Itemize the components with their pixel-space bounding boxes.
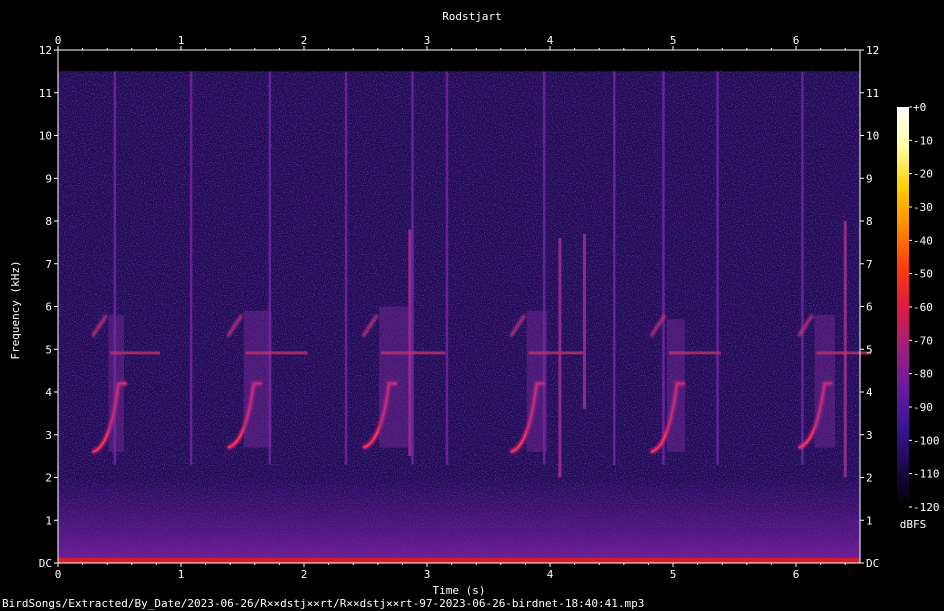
y-tick-label-left: 10 [39, 130, 52, 143]
colorbar-tick-label: -90 [913, 401, 933, 414]
x-tick-label-top: 2 [301, 34, 308, 47]
broadband-click-mark [189, 71, 193, 465]
call-harmonic-line [528, 351, 584, 355]
call-harmonic-line [816, 351, 871, 355]
call-harmonic-line [381, 351, 446, 355]
y-tick-label-left: 7 [45, 258, 52, 271]
tonal-line-mark [558, 238, 562, 478]
y-tick-label-right: 6 [866, 301, 873, 314]
broadband-click-mark [662, 71, 665, 465]
y-tick-label-left: 9 [45, 172, 52, 185]
y-tick-label-left: 6 [45, 301, 52, 314]
y-tick-label-right: DC [866, 557, 879, 570]
colorbar-tick-label: -40 [913, 234, 933, 247]
low-frequency-band [58, 477, 860, 563]
call-harmonic-block [379, 306, 410, 448]
y-tick-label-right: 1 [866, 514, 873, 527]
colorbar-tick-label: -120 [913, 501, 940, 514]
x-tick-label-bottom: 1 [178, 568, 185, 581]
colorbar-tick-label: -110 [913, 468, 940, 481]
y-tick-label-right: 7 [866, 258, 873, 271]
broadband-click-mark [445, 71, 449, 465]
x-tick-label-bottom: 0 [55, 568, 62, 581]
broadband-click-mark [716, 71, 719, 465]
y-tick-label-left: 11 [39, 87, 52, 100]
colorbar-tick-label: -100 [913, 434, 940, 447]
call-harmonic-line [110, 351, 160, 355]
y-tick-label-left: 4 [45, 386, 52, 399]
spectrogram-chart: 00112233445566DC DC1 12 23 34 45 56 67 78 89 910 10… [39, 34, 940, 581]
y-tick-label-right: 5 [866, 343, 873, 356]
x-tick-label-top: 3 [424, 34, 431, 47]
x-tick-label-top: 0 [55, 34, 62, 47]
colorbar-tick-label: -20 [913, 168, 933, 181]
x-tick-label-top: 6 [793, 34, 800, 47]
x-tick-label-top: 4 [547, 34, 554, 47]
y-tick-label-right: 9 [866, 172, 873, 185]
x-tick-label-top: 1 [178, 34, 185, 47]
call-harmonic-block [243, 310, 272, 448]
y-tick-label-right: 4 [866, 386, 873, 399]
y-tick-label-right: 12 [866, 44, 879, 57]
colorbar-tick-label: -80 [913, 368, 933, 381]
tonal-line-mark [582, 233, 586, 410]
broadband-click-mark [612, 71, 616, 465]
y-tick-label-left: 8 [45, 215, 52, 228]
call-harmonic-line [668, 351, 721, 355]
broadband-click-mark [411, 71, 414, 465]
call-harmonic-line [245, 351, 308, 355]
broadband-click-mark [801, 71, 804, 465]
y-tick-label-right: 3 [866, 429, 873, 442]
colorbar-tick-label: -60 [913, 301, 933, 314]
spectrogram-page: Rodstjart Time (s) Frequency (kHz) dBFS … [0, 0, 944, 611]
call-harmonic-block [526, 310, 548, 452]
colorbar-tick-label: -50 [913, 268, 933, 281]
colorbar-tick-label: +0 [913, 101, 926, 114]
y-tick-label-right: 10 [866, 130, 879, 143]
y-tick-label-left: 5 [45, 343, 52, 356]
x-tick-label-top: 5 [670, 34, 677, 47]
tonal-line-mark [843, 221, 847, 478]
colorbar-tick-label: -70 [913, 334, 933, 347]
y-tick-label-left: 2 [45, 472, 52, 485]
x-tick-label-bottom: 2 [301, 568, 308, 581]
dc-energy-line [58, 557, 860, 563]
y-tick-label-right: 2 [866, 472, 873, 485]
call-harmonic-block [108, 315, 124, 452]
call-harmonic-block [666, 319, 685, 452]
colorbar-tick-label: -30 [913, 201, 933, 214]
broadband-click-mark [344, 71, 348, 465]
x-tick-label-bottom: 4 [547, 568, 554, 581]
y-tick-label-left: 1 [45, 514, 52, 527]
x-tick-label-bottom: 5 [670, 568, 677, 581]
colorbar-gradient [897, 107, 909, 507]
call-harmonic-block [814, 315, 835, 448]
y-tick-label-right: 11 [866, 87, 879, 100]
x-tick-label-bottom: 3 [424, 568, 431, 581]
y-tick-label-left: 3 [45, 429, 52, 442]
colorbar-tick-label: -10 [913, 134, 933, 147]
y-tick-label-left: DC [39, 557, 52, 570]
y-tick-label-right: 8 [866, 215, 873, 228]
y-tick-label-left: 12 [39, 44, 52, 57]
x-tick-label-bottom: 6 [793, 568, 800, 581]
